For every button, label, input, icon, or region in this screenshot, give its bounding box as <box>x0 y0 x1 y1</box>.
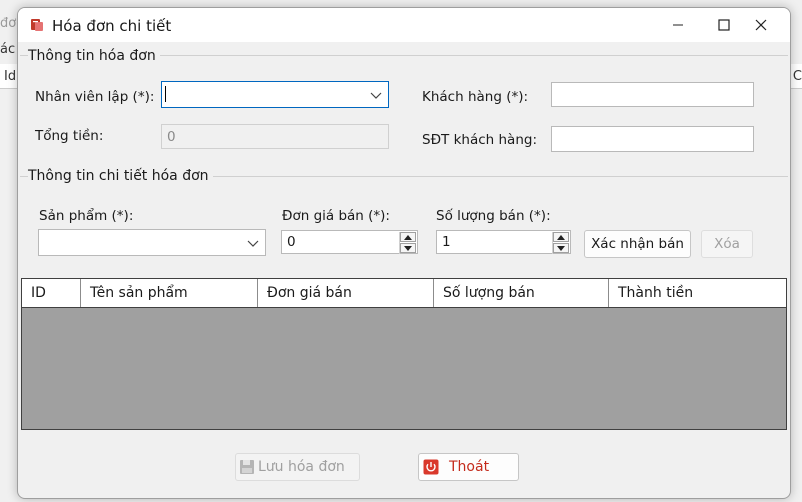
spinner-up-button[interactable] <box>400 232 416 242</box>
invoice-detail-table[interactable]: ID Tên sản phẩm Đơn giá bán Số lượng bán… <box>21 278 787 430</box>
table-header: ID Tên sản phẩm Đơn giá bán Số lượng bán… <box>22 279 786 308</box>
save-invoice-label: Lưu hóa đơn <box>258 459 345 475</box>
quantity-spinner[interactable]: 1 <box>436 230 571 254</box>
column-header-product-name[interactable]: Tên sản phẩm <box>81 279 258 307</box>
chevron-down-icon <box>247 240 259 247</box>
spinner-up-button[interactable] <box>553 232 569 242</box>
price-spinner[interactable]: 0 <box>281 230 418 254</box>
spinner-arrows <box>399 232 416 254</box>
detail-info-section-title: Thông tin chi tiết hóa đơn <box>28 168 213 184</box>
minimize-button[interactable] <box>655 8 701 42</box>
chevron-down-icon <box>370 92 382 99</box>
arrow-down-icon <box>404 245 412 251</box>
exit-button[interactable]: Thoát <box>418 453 519 481</box>
background-text-fragment: đơ <box>0 16 17 31</box>
window-title: Hóa đơn chi tiết <box>52 17 172 35</box>
floppy-disk-icon <box>240 460 254 474</box>
confirm-sale-button[interactable]: Xác nhận bán <box>584 230 691 258</box>
arrow-up-icon <box>404 234 412 240</box>
title-bar: Hóa đơn chi tiết <box>18 8 790 42</box>
invoice-info-section-title: Thông tin hóa đơn <box>28 48 160 64</box>
spinner-down-button[interactable] <box>553 243 569 253</box>
power-icon <box>423 459 439 475</box>
customer-label: Khách hàng (*): <box>422 89 529 105</box>
employee-combobox[interactable] <box>161 81 389 108</box>
product-combobox[interactable] <box>38 229 266 256</box>
save-invoice-button[interactable]: Lưu hóa đơn <box>235 453 360 481</box>
invoice-app-icon <box>31 19 43 31</box>
column-header-id[interactable]: ID <box>22 279 81 307</box>
phone-input[interactable] <box>551 126 754 152</box>
exit-label: Thoát <box>449 459 490 475</box>
background-text-fragment: Id <box>4 69 17 84</box>
total-value: 0 <box>167 129 176 145</box>
quantity-value: 1 <box>442 234 451 250</box>
invoice-detail-dialog: Hóa đơn chi tiết Thông tin hóa đơn Nhân … <box>17 7 791 499</box>
column-header-total[interactable]: Thành tiền <box>609 279 786 307</box>
price-value: 0 <box>287 234 296 250</box>
phone-label: SĐT khách hàng: <box>422 132 537 148</box>
delete-button[interactable]: Xóa <box>701 230 753 258</box>
text-caret <box>165 86 166 102</box>
price-label: Đơn giá bán (*): <box>282 208 390 224</box>
background-text-fragment: C <box>792 69 802 84</box>
total-label: Tổng tiền: <box>35 128 104 144</box>
product-label: Sản phẩm (*): <box>39 208 134 224</box>
arrow-down-icon <box>557 245 565 251</box>
column-header-quantity[interactable]: Số lượng bán <box>434 279 609 307</box>
spinner-arrows <box>552 232 569 254</box>
close-icon <box>755 19 767 31</box>
close-button[interactable] <box>738 8 784 42</box>
spinner-down-button[interactable] <box>400 243 416 253</box>
arrow-up-icon <box>557 234 565 240</box>
column-header-price[interactable]: Đơn giá bán <box>258 279 434 307</box>
minimize-icon <box>673 24 683 26</box>
quantity-label: Số lượng bán (*): <box>436 208 551 224</box>
customer-input[interactable] <box>551 82 754 107</box>
background-text-fragment: ác <box>0 42 16 57</box>
total-input: 0 <box>161 124 389 149</box>
employee-label: Nhân viên lập (*): <box>35 89 155 105</box>
maximize-icon <box>718 19 730 31</box>
